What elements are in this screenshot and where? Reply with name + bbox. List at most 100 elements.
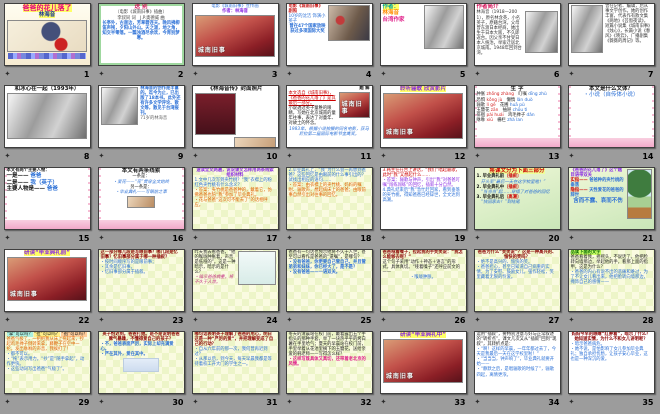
transition-icon[interactable]: ✦	[569, 70, 575, 78]
slide-cell: 本文有两条线索 一条是： ・爱花——“花”贯穿全文始终 另一条是： ・毕业典礼——写眼前…	[94, 167, 188, 249]
slide-thumbnail-34[interactable]: 运用“插叙”，要特别注意写好与正常叙述的“转折点”。课文几次又从“插叙”回到“现…	[473, 331, 561, 394]
slide-thumbnail-17[interactable]: 速读全文两遍，说说课文怎样用两条线索组织材料 1.文中几次写到夹竹桃？“我”衣襟上…	[191, 167, 279, 230]
photo-bw-image	[524, 11, 558, 54]
slide-cell: 聆听骊歌 欣赏影片 城南旧事 ✦ 12	[376, 85, 470, 167]
slide-thumbnail-18[interactable]: 2.毕业典礼上，“我”为什么会一再想到爸爸？这些回忆是由眼前的什么事引出的？试找…	[285, 167, 373, 230]
transition-icon[interactable]: ✦	[475, 234, 481, 242]
slide-thumbnail-12[interactable]: 聆听骊歌 欣赏影片 城南旧事	[379, 85, 467, 148]
transition-icon[interactable]: ✦	[5, 152, 11, 160]
slide-thumbnail-3[interactable]: 电影《城南旧事》宣传画 作者：林海音 城南旧事	[191, 3, 279, 66]
slide-number: 34	[548, 397, 560, 407]
slide-thumbnail-20[interactable]: 将课文分为下面三部分 1. 毕业典礼前〔插叙〕 开头至“最后一天在这学校里啦！” 2…	[473, 167, 561, 230]
transition-icon[interactable]: ✦	[193, 316, 199, 324]
transition-icon[interactable]: ✦	[475, 316, 481, 324]
transition-icon[interactable]: ✦	[569, 398, 575, 406]
transition-icon[interactable]: ✦	[381, 234, 387, 242]
slide-meta: ✦ 25	[286, 312, 373, 328]
slide-thumbnail-28[interactable]: 品读下面的文字 爸爸看着我，摇摇头，不说话了。他把脸转向墙那边，举起他的手，看那上…	[567, 249, 655, 312]
transition-icon[interactable]: ✦	[381, 398, 387, 406]
slide-number: 13	[548, 151, 560, 161]
slide-thumbnail-9[interactable]: 林海音的创作是丰富的。迄今为止，已出版了18本书。此外还有许多文学评论、散文等，…	[97, 85, 185, 148]
slide-text: ・从那以后，到今天，每天早晨我都是等待着校工开大门的学生之一。	[194, 357, 272, 368]
slide-cell: 研读“毕业典礼前” 城南旧事 ✦ 22	[0, 249, 94, 331]
transition-icon[interactable]: ✦	[569, 234, 575, 242]
photo-warm-image	[127, 195, 155, 208]
slide-cell: 本文有两个主要人物： 一是—— 爸爸 二是—— 我（英子） 主要人物是—— 爸爸 ✦ 15	[0, 167, 94, 249]
slide-thumbnail-24[interactable]: 昨天我去看爸爸，“他的喉咙肿胀着，声音是低哑的”。这是一种暗示，暗示的是什么？・…	[191, 249, 279, 312]
slide-thumbnail-33[interactable]: 研读“毕业典礼中” 城南旧事	[379, 331, 467, 394]
slide-text: 哪句话表明英子理解了爸爸的用心，明白这是一种“严厉的爱”，并把理解变成了自己的行…	[194, 332, 274, 348]
slide-thumbnail-19[interactable]: 3.韩主任在台上讲话，“我们”唱起骊歌，此时“我”又想起什么…… ・答案：骊歌与钟…	[379, 167, 467, 230]
slide-cell: 冬天的清晨站在校门前，戴着露出五个手指头的那种手套，举了一块热乎乎的烤白薯在手里…	[282, 331, 376, 413]
slide-thumbnail-2[interactable]: 送 别（电影《城南旧事》插曲） 李叔同 词 J.P.奥德威 曲长亭外，古道边，芳草…	[97, 3, 185, 66]
transition-icon[interactable]: ✦	[569, 152, 575, 160]
slide-thumbnail-7[interactable]: 曾任记者、编辑，后从事文学创作。她的创作丰富，代表作有散文集《两地》《芸窗夜读》…	[567, 3, 655, 66]
slide-thumbnail-14[interactable]: 本文是什么文体？ ・小说（自传体小说）	[567, 85, 655, 148]
slide-thumbnail-8[interactable]: 和冰心在一起（1993年）	[3, 85, 91, 148]
transition-icon[interactable]: ✦	[193, 70, 199, 78]
transition-icon[interactable]: ✦	[99, 152, 105, 160]
slide-thumbnail-23[interactable]: 这一部分哪几段是写眼前事？哪几段是忆旧事？忆旧事部分属于哪一种插叙？ ・按时间顺序…	[97, 249, 185, 312]
transition-icon[interactable]: ✦	[5, 70, 11, 78]
slide-cell: 题 解城南旧事 本文选自《城南旧事》，《爸爸的花儿落了》是其最后一部分。 小说透过英…	[282, 85, 376, 167]
slide-thumbnail-29[interactable]: “拿”可以吗？ “拉”可以吗？ “抱”可以吗？ 爸爸气极了，一把把我从床上拖起来，…	[3, 331, 91, 394]
transition-icon[interactable]: ✦	[99, 234, 105, 242]
slide-number: 7	[647, 69, 654, 79]
transition-icon[interactable]: ✦	[381, 152, 387, 160]
transition-icon[interactable]: ✦	[99, 316, 105, 324]
slide-thumbnail-10[interactable]: 《林海音传》封面照片	[191, 85, 279, 148]
transition-icon[interactable]: ✦	[287, 70, 293, 78]
transition-icon[interactable]: ✦	[99, 70, 105, 78]
slide-cell: 爸爸哑着嗓子，拉起我的手笑笑说：“我怎么能够去呢？” 这个句子采用“动作＋神态＋语…	[376, 249, 470, 331]
slide-number: 15	[78, 233, 90, 243]
slide-thumbnail-25[interactable]: 爸爸有一句话也预示他将不久于人世，甚至可以看作是爸爸的“遗嘱”，是哪句？ ・没有爸…	[285, 249, 373, 312]
transition-icon[interactable]: ✦	[287, 316, 293, 324]
slide-number: 10	[266, 151, 278, 161]
slide-meta: ✦ 23	[98, 312, 185, 328]
slide-thumbnail-15[interactable]: 本文有两个主要人物： 一是—— 爸爸 二是—— 我（英子） 主要人物是—— 爸爸	[3, 167, 91, 230]
slide-thumbnail-22[interactable]: 研读“毕业典礼前” 城南旧事	[3, 249, 91, 312]
slide-thumbnail-26[interactable]: 爸爸哑着嗓子，拉起我的手笑笑说：“我怎么能够去呢？” 这个句子采用“动作＋神态＋语…	[379, 249, 467, 312]
transition-icon[interactable]: ✦	[5, 234, 11, 242]
transition-icon[interactable]: ✦	[381, 316, 387, 324]
transition-icon[interactable]: ✦	[287, 398, 293, 406]
slide-text: 这一部分哪几段是写眼前事？哪几段是忆旧事？忆旧事部分属于哪一种插叙？	[100, 250, 178, 261]
slide-text: 冬天的清晨站在校门前，戴着露出五个手指头的那种手套，举了一块热乎乎的烤白薯在手里…	[288, 332, 366, 358]
slide-thumbnail-13[interactable]: 生 字肿胀 zhǒng zhàng 叮嘱 dīng zhǔ 恐惧 kǒng jù …	[473, 85, 561, 148]
slide-thumbnail-5[interactable]: 作者： 林海音 台湾作家	[379, 3, 467, 66]
slide-thumbnail-35[interactable]: 妈妈今早的眼睛“红肿着”，暗示了什么？她知道实情，为什么不和女儿讲明呢？ ・暗示爸…	[567, 331, 655, 394]
slide-cell: 《爸爸的花儿落了》这个题目语带双关 实指—— 爸爸种的夹竹桃的垂落 隐指—— 天性爱…	[564, 167, 658, 249]
poster-title: 城南旧事	[385, 373, 414, 381]
slide-text: 速读全文两遍，说说课文怎样用两条线索组织材料	[196, 168, 274, 179]
transition-icon[interactable]: ✦	[287, 234, 293, 242]
slide-thumbnail-32[interactable]: 冬天的清晨站在校门前，戴着露出五个手指头的那种手套，举了一块热乎乎的烤白薯在手里…	[285, 331, 373, 394]
slide-text: ・答案：夹竹桃是爸爸种的，戴着它，仿佛爸爸也陪“我”参加了毕业典礼。	[194, 188, 272, 199]
slide-thumbnail-27[interactable]: 爸爸为什么“笑笑说”？这是一种高兴的、愉快的笑吗？ ・绝不是高兴的、愉快的笑。 ・爸…	[473, 249, 561, 312]
slide-thumbnail-4[interactable]: 电影《城南旧事》剧照 10岁的沈洁 饰演小英子 曾在47个国家放映 获过多项国际大奖	[285, 3, 373, 66]
transition-icon[interactable]: ✦	[193, 152, 199, 160]
transition-icon[interactable]: ✦	[475, 70, 481, 78]
slide-number: 22	[78, 315, 90, 325]
transition-icon[interactable]: ✦	[5, 398, 11, 406]
slide-text: 英子怕迟到，爸爸打她。是不是说明爸爸脾气暴躁，不懂得爱自己的孩子？	[102, 332, 180, 343]
slide-number: 14	[642, 151, 654, 161]
slide-thumbnail-30[interactable]: 英子怕迟到，爸爸打她。是不是说明爸爸脾气暴躁，不懂得爱自己的孩子？ ・不，爸爸表面…	[97, 331, 185, 394]
slide-thumbnail-11[interactable]: 题 解城南旧事 本文选自《城南旧事》，《爸爸的花儿落了》是其最后一部分。 小说透过英…	[285, 85, 373, 148]
slide-thumbnail-21[interactable]: 《爸爸的花儿落了》这个题目语带双关 实指—— 爸爸种的夹竹桃的垂落 隐指—— 天性爱…	[567, 167, 655, 230]
transition-icon[interactable]: ✦	[99, 398, 105, 406]
transition-icon[interactable]: ✦	[193, 234, 199, 242]
transition-icon[interactable]: ✦	[5, 316, 11, 324]
slide-thumbnail-16[interactable]: 本文有两条线索 一条是： ・爱花——“花”贯穿全文始终 另一条是： ・毕业典礼——写眼前…	[97, 167, 185, 230]
slide-thumbnail-31[interactable]: 哪句话表明英子理解了爸爸的用心，明白这是一种“严厉的爱”，并把理解变成了自己的行…	[191, 331, 279, 394]
transition-icon[interactable]: ✦	[381, 70, 387, 78]
transition-icon[interactable]: ✦	[475, 152, 481, 160]
transition-icon[interactable]: ✦	[475, 398, 481, 406]
slide-thumbnail-6[interactable]: 作者简介 林海音（1918—2001），原名林含英，小名英子，原籍台湾。父母曾东渡…	[473, 3, 561, 66]
transition-icon[interactable]: ✦	[193, 398, 199, 406]
slide-cell: 英子怕迟到，爸爸打她。是不是说明爸爸脾气暴躁，不懂得爱自己的孩子？ ・不，爸爸表面…	[94, 331, 188, 413]
transition-icon[interactable]: ✦	[569, 316, 575, 324]
transition-icon[interactable]: ✦	[287, 152, 293, 160]
poster-image: 城南旧事	[338, 92, 370, 119]
slide-meta: ✦ 2	[98, 66, 185, 82]
slide-thumbnail-1[interactable]: 爸爸的花儿落了 林海音	[3, 3, 91, 66]
